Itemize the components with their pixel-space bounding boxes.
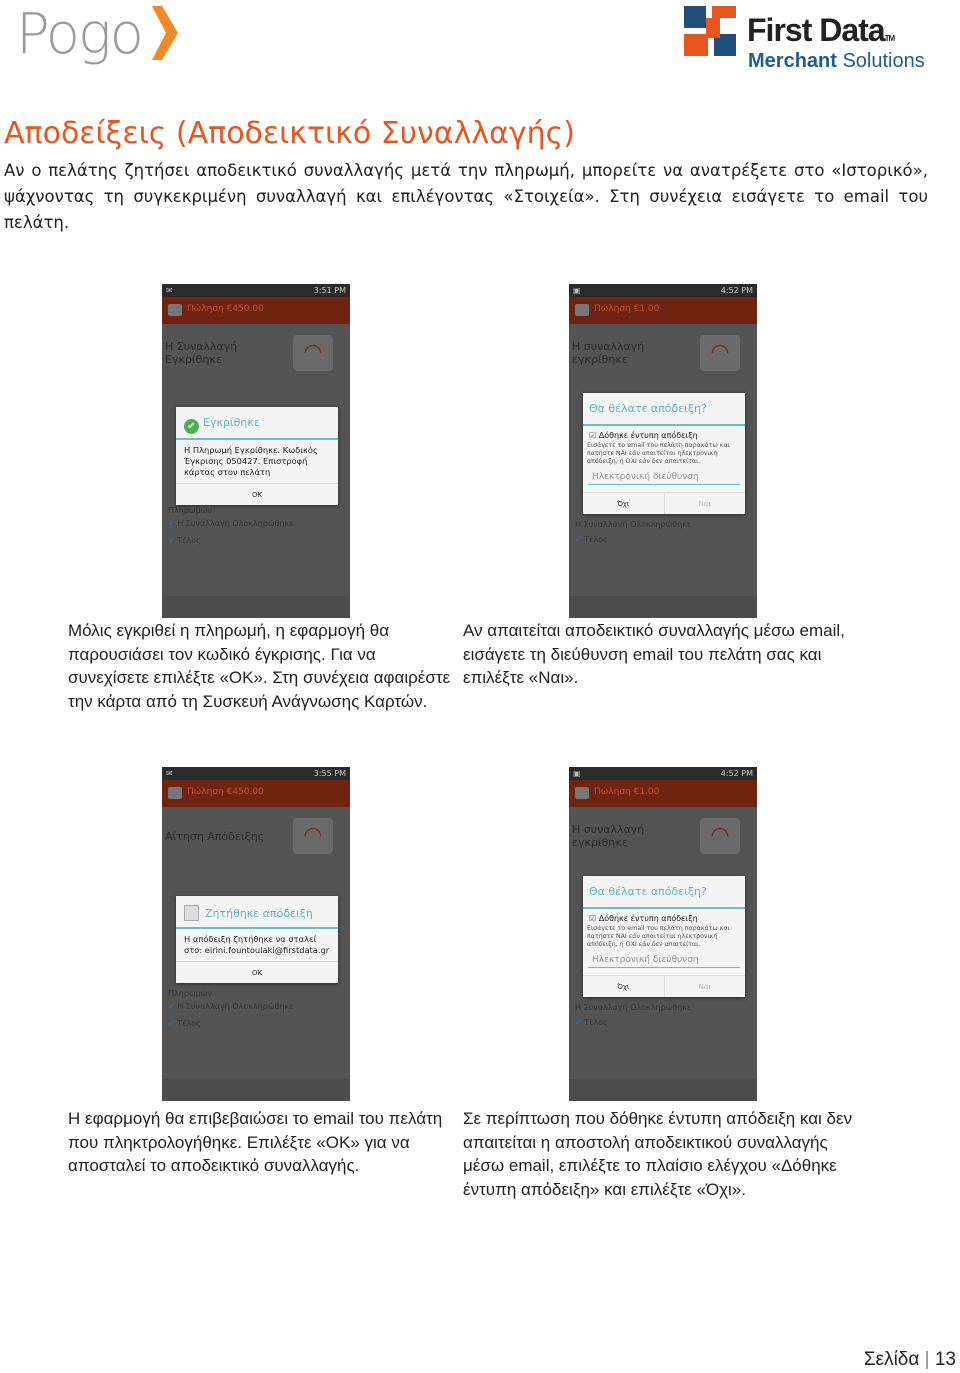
receipt-icon bbox=[184, 905, 199, 921]
contactless-icon: ◠ bbox=[293, 818, 333, 854]
screen-title: Αίτηση Απόδειξης bbox=[165, 830, 265, 843]
step-item: Πληρωμών bbox=[168, 506, 212, 515]
header-title: Πώληση €450.00 bbox=[187, 787, 264, 797]
phone-screenshot-receipt-prompt: ▣ 4:52 PM Πώληση €1.00 Η συναλλαγή εγκρίθ… bbox=[569, 284, 757, 618]
app-icon bbox=[168, 787, 182, 799]
printed-receipt-checkbox[interactable]: ☑ Δόθηκε έντυπη απόδειξη bbox=[583, 909, 745, 925]
contactless-icon: ◠ bbox=[700, 818, 740, 854]
no-button[interactable]: Όχι bbox=[583, 493, 664, 514]
header-title: Πώληση €1.00 bbox=[594, 787, 660, 797]
bottom-bar bbox=[162, 1079, 350, 1101]
email-input[interactable]: Ηλεκτρονική διεύθυνση bbox=[588, 470, 740, 485]
dialog-message: Η Πληρωμή Εγκρίθηκε. Κωδικός Έγκρισης 05… bbox=[184, 445, 318, 477]
phone-screenshot-approved: ✉ 3:51 PM Πώληση €450.00 Η Συναλλαγή Εγκρ… bbox=[162, 284, 350, 618]
phone-screenshot-receipt-requested: ✉ 3:55 PM Πώληση €450.00 Αίτηση Απόδειξης… bbox=[162, 767, 350, 1101]
page-number: Σελίδα | 13 bbox=[863, 1349, 956, 1370]
caption-approved: Μόλις εγκριθεί η πληρωμή, η εφαρμογή θα … bbox=[68, 621, 451, 711]
dialog-note: Εισάγετε το email του πελάτη παρακάτω κα… bbox=[587, 925, 730, 948]
merchant-solutions-text: Merchant Solutions bbox=[748, 50, 925, 72]
receipt-dialog: Θα θέλατε απόδειξη? ☑ Δόθηκε έντυπη απόδ… bbox=[583, 393, 745, 514]
status-bar: ▣ 4:52 PM bbox=[569, 284, 757, 297]
status-bar: ✉ 3:55 PM bbox=[162, 767, 350, 780]
ok-button[interactable]: OK bbox=[176, 483, 338, 505]
dialog-title: Θα θέλατε απόδειξη? bbox=[589, 402, 707, 415]
phone-screenshot-printed-receipt: ▣ 4:52 PM Πώληση €1.00 Η συναλλαγή εγκρίθ… bbox=[569, 767, 757, 1101]
intro-paragraph: Αν ο πελάτης ζητήσει αποδεικτικό συναλλα… bbox=[4, 161, 928, 232]
step-item: ✔ Τέλος bbox=[575, 1018, 608, 1027]
app-header: Πώληση €1.00 bbox=[569, 297, 757, 324]
step-item: Η Συναλλαγή Ολοκληρώθηκε bbox=[575, 1003, 692, 1012]
page-title: Αποδείξεις (Αποδεικτικό Συναλλαγής) bbox=[4, 116, 575, 151]
approved-dialog: ✔ Εγκρίθηκε Η Πληρωμή Εγκρίθηκε. Κωδικός … bbox=[176, 407, 338, 505]
receipt-requested-dialog: Ζητήθηκε απόδειξη Η απόδειξη ζητήθηκε να… bbox=[176, 896, 338, 983]
screen-title: Η Συναλλαγή Εγκρίθηκε bbox=[165, 340, 238, 366]
notification-icon: ▣ bbox=[573, 286, 581, 295]
pogo-logo: Pogo bbox=[16, 2, 144, 67]
check-circle-icon: ✔ bbox=[184, 419, 199, 434]
step-item: Πληρωμών bbox=[168, 989, 212, 998]
app-header: Πώληση €1.00 bbox=[569, 780, 757, 807]
contactless-icon: ◠ bbox=[293, 335, 333, 371]
status-time: 3:51 PM bbox=[313, 286, 346, 295]
bottom-bar bbox=[569, 1079, 757, 1101]
step-item: ✔ Τέλος bbox=[168, 1019, 201, 1028]
contactless-icon: ◠ bbox=[700, 335, 740, 371]
dialog-message: Η απόδειξη ζητήθηκε να σταλεί στο: eirin… bbox=[184, 934, 330, 955]
first-data-logo-text: First DataTM bbox=[747, 12, 895, 48]
yes-button[interactable]: Ναι bbox=[663, 976, 746, 997]
screen-title: Η συναλλαγή εγκρίθηκε bbox=[572, 823, 645, 849]
step-item: ✔ Η Συναλλαγή Ολοκληρώθηκε bbox=[168, 519, 294, 528]
first-data-logo-mark bbox=[684, 6, 736, 56]
no-button[interactable]: Όχι bbox=[583, 976, 664, 997]
dialog-title: Θα θέλατε απόδειξη? bbox=[589, 885, 707, 898]
dialog-title: Εγκρίθηκε bbox=[203, 416, 260, 429]
header-title: Πώληση €1.00 bbox=[594, 304, 660, 314]
step-item: Η Συναλλαγή Ολοκληρώθηκε bbox=[575, 520, 692, 529]
status-bar: ▣ 4:52 PM bbox=[569, 767, 757, 780]
step-item: ✔ Η Συναλλαγή Ολοκληρώθηκε bbox=[168, 1002, 294, 1011]
caption-confirm-email: Η εφαρμογή θα επιβεβαιώσει το email του … bbox=[68, 1109, 443, 1175]
app-icon bbox=[575, 304, 589, 316]
app-icon bbox=[575, 787, 589, 799]
pogo-chevron-icon bbox=[152, 6, 178, 60]
app-header: Πώληση €450.00 bbox=[162, 297, 350, 324]
mail-icon: ✉ bbox=[166, 286, 173, 295]
status-time: 3:55 PM bbox=[313, 769, 346, 778]
app-icon bbox=[168, 304, 182, 316]
dialog-note: Εισάγετε το email του πελάτη παρακάτω κα… bbox=[587, 442, 730, 465]
email-input[interactable]: Ηλεκτρονική διεύθυνση bbox=[588, 953, 740, 968]
mail-icon: ✉ bbox=[166, 769, 173, 778]
dialog-title: Ζητήθηκε απόδειξη bbox=[205, 907, 313, 920]
step-item: ✔ Τέλος bbox=[168, 536, 201, 545]
status-time: 4:52 PM bbox=[720, 286, 753, 295]
status-time: 4:52 PM bbox=[720, 769, 753, 778]
receipt-dialog: Θα θέλατε απόδειξη? ☑ Δόθηκε έντυπη απόδ… bbox=[583, 876, 745, 997]
printed-receipt-checkbox[interactable]: ☑ Δόθηκε έντυπη απόδειξη bbox=[583, 426, 745, 442]
status-bar: ✉ 3:51 PM bbox=[162, 284, 350, 297]
bottom-bar bbox=[162, 596, 350, 618]
step-item: ✔ Τέλος bbox=[575, 535, 608, 544]
notification-icon: ▣ bbox=[573, 769, 581, 778]
bottom-bar bbox=[569, 596, 757, 618]
caption-printed-receipt: Σε περίπτωση που δόθηκε έντυπη απόδειξη … bbox=[463, 1109, 853, 1199]
yes-button[interactable]: Ναι bbox=[663, 493, 746, 514]
screen-title: Η συναλλαγή εγκρίθηκε bbox=[572, 340, 645, 366]
caption-email-receipt: Αν απαιτείται αποδεικτικό συναλλαγής μέσ… bbox=[463, 621, 845, 687]
header-title: Πώληση €450.00 bbox=[187, 304, 264, 314]
ok-button[interactable]: OK bbox=[176, 961, 338, 983]
app-header: Πώληση €450.00 bbox=[162, 780, 350, 807]
